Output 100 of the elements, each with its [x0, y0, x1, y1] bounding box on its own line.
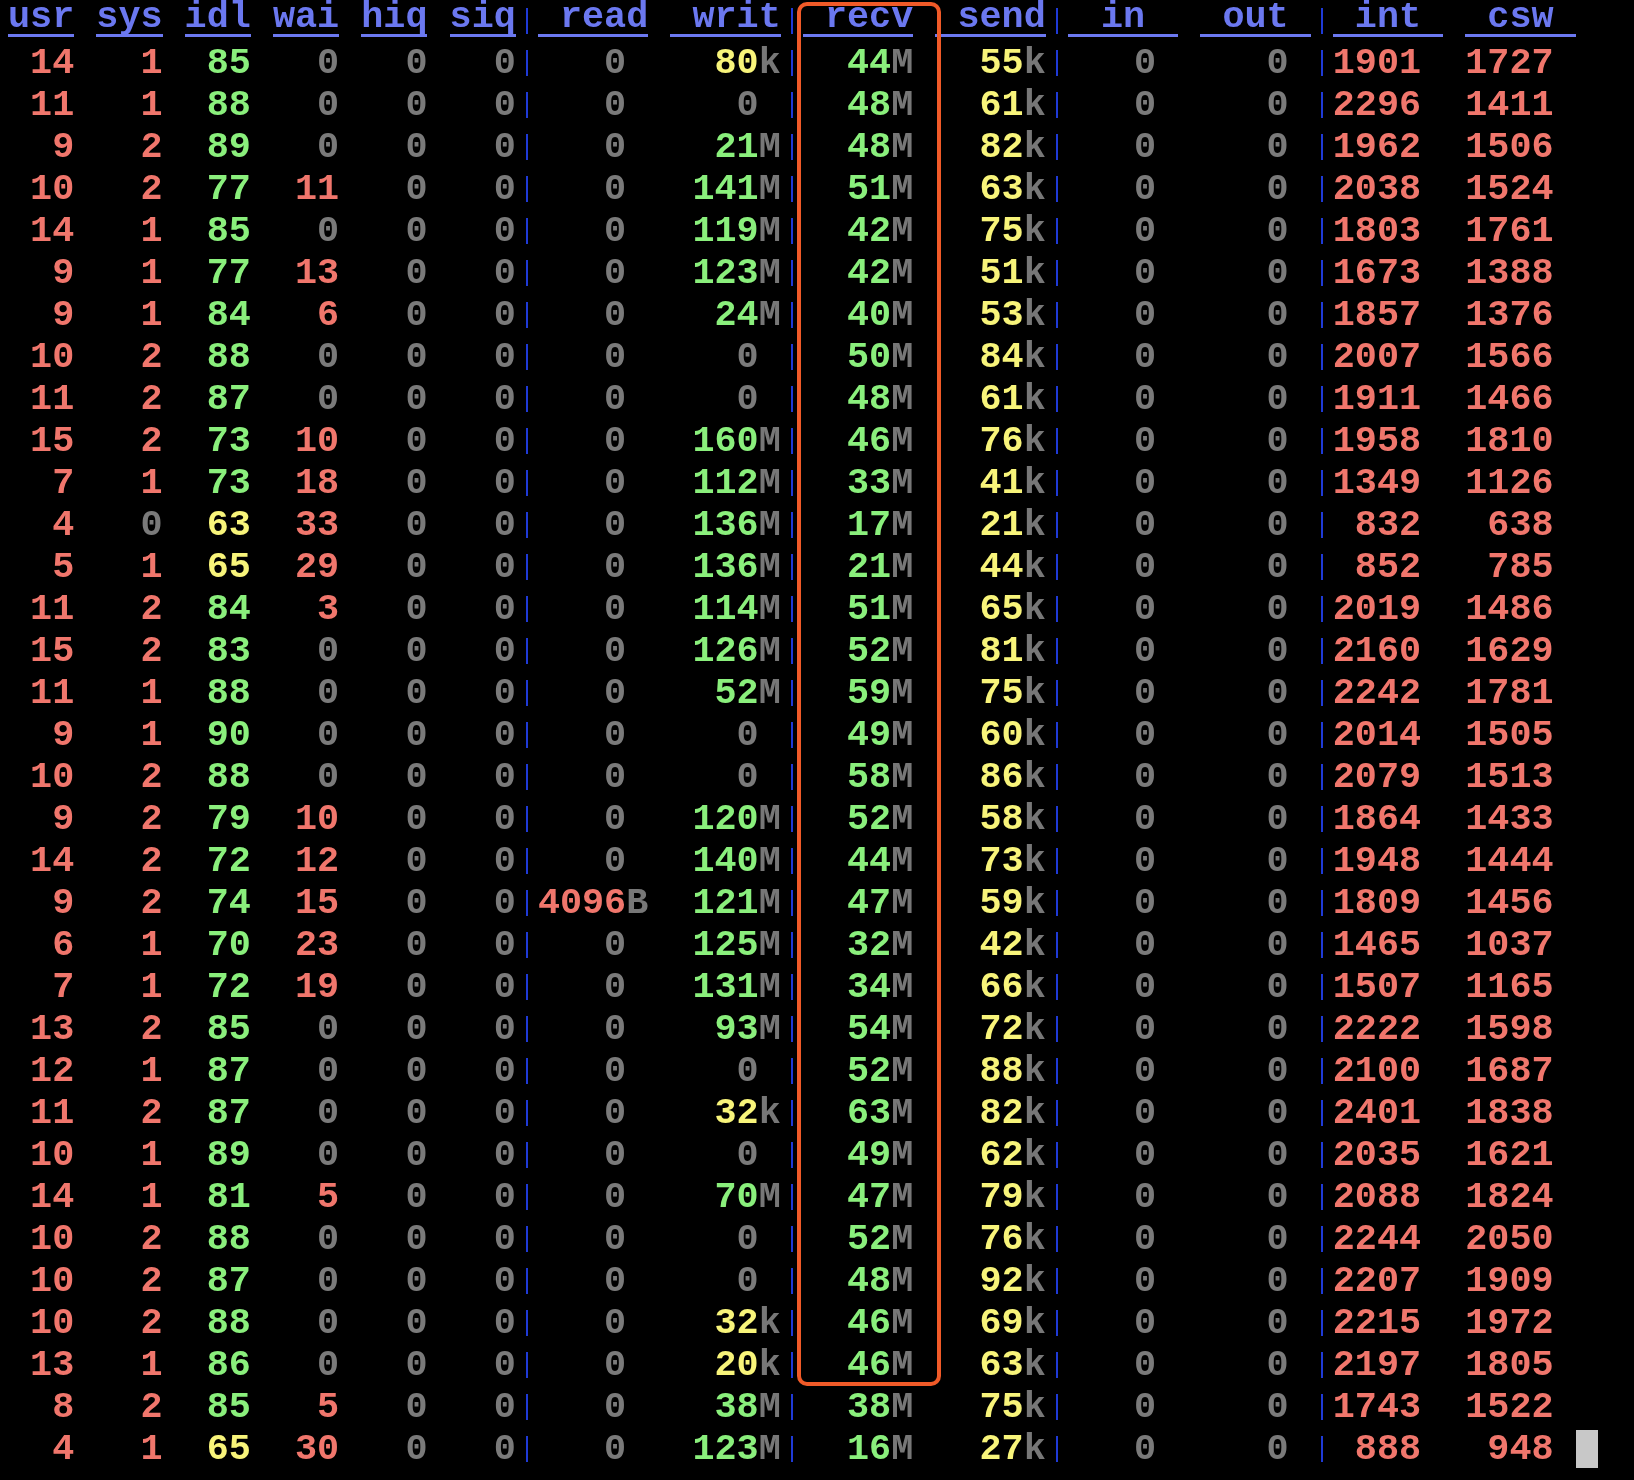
unit-label: k — [1023, 756, 1046, 798]
table-cell: 0 — [604, 1050, 627, 1092]
table-cell: 123 — [692, 252, 759, 294]
column-header: recv — [802, 0, 914, 37]
unit-label: k — [1023, 42, 1046, 84]
table-cell: 0 — [1266, 714, 1289, 756]
table-cell: 23 — [295, 924, 340, 966]
table-cell: 121 — [692, 882, 759, 924]
unit-label: M — [758, 1428, 781, 1470]
table-cell: 33 — [847, 462, 892, 504]
table-cell: 0 — [1134, 714, 1157, 756]
unit-label: k — [1023, 840, 1046, 882]
table-cell: 0 — [1134, 1260, 1157, 1302]
table-cell: 0 — [405, 294, 428, 336]
table-cell: 0 — [1266, 1176, 1289, 1218]
table-cell: 12 — [30, 1050, 75, 1092]
table-cell: 1687 — [1465, 1050, 1554, 1092]
table-cell: 0 — [493, 630, 516, 672]
table-cell: 15 — [30, 420, 75, 462]
table-cell: 87 — [206, 1260, 251, 1302]
table-cell: 1743 — [1332, 1386, 1422, 1428]
unit-label: k — [1023, 1386, 1046, 1428]
unit-label: k — [1023, 1260, 1046, 1302]
column-header: wai — [272, 0, 340, 37]
table-cell: 0 — [493, 840, 516, 882]
table-cell: 84 — [206, 294, 251, 336]
table-cell: 2 — [140, 756, 163, 798]
unit-label: M — [891, 1218, 914, 1260]
table-cell: 0 — [604, 546, 627, 588]
table-cell: 0 — [405, 126, 428, 168]
table-cell: 0 — [604, 294, 627, 336]
table-cell: 0 — [1266, 672, 1289, 714]
table-cell: 0 — [317, 84, 340, 126]
table-cell: 2197 — [1332, 1344, 1422, 1386]
unit-label: M — [891, 420, 914, 462]
table-cell: 63 — [206, 504, 251, 546]
unit-label: M — [891, 1386, 914, 1428]
unit-label: k — [758, 1344, 781, 1386]
unit-label: M — [891, 882, 914, 924]
table-cell: 1901 — [1332, 42, 1422, 84]
table-cell: 0 — [736, 1260, 759, 1302]
table-cell: 1433 — [1465, 798, 1554, 840]
table-cell: 48 — [847, 378, 892, 420]
table-cell: 0 — [736, 84, 759, 126]
unit-label: k — [1023, 1218, 1046, 1260]
unit-label: k — [1023, 798, 1046, 840]
table-cell: 3 — [317, 588, 340, 630]
table-cell: 0 — [493, 1344, 516, 1386]
table-cell: 13 — [30, 1344, 75, 1386]
table-cell: 0 — [604, 1428, 627, 1470]
table-cell: 0 — [493, 1218, 516, 1260]
table-cell: 48 — [847, 84, 892, 126]
table-cell: 0 — [1266, 252, 1289, 294]
table-cell: 0 — [317, 126, 340, 168]
table-cell: 0 — [1266, 588, 1289, 630]
table-cell: 0 — [317, 630, 340, 672]
table-cell: 15 — [295, 882, 340, 924]
table-cell: 0 — [1266, 1428, 1289, 1470]
unit-label: k — [758, 1302, 781, 1344]
table-cell: 38 — [847, 1386, 892, 1428]
table-cell: 0 — [493, 714, 516, 756]
table-cell: 0 — [1134, 84, 1157, 126]
table-cell: 1864 — [1332, 798, 1422, 840]
table-cell: 5 — [317, 1176, 340, 1218]
table-cell: 44 — [979, 546, 1024, 588]
table-cell: 44 — [847, 42, 892, 84]
table-cell: 0 — [1266, 126, 1289, 168]
unit-label: M — [891, 546, 914, 588]
unit-label: k — [1023, 630, 1046, 672]
table-cell: 0 — [493, 1260, 516, 1302]
table-cell: 0 — [1134, 798, 1157, 840]
table-cell: 0 — [493, 84, 516, 126]
unit-label: M — [891, 252, 914, 294]
table-cell: 131 — [692, 966, 759, 1008]
table-cell: 19 — [295, 966, 340, 1008]
table-cell: 1 — [140, 672, 163, 714]
table-cell: 2401 — [1332, 1092, 1422, 1134]
table-cell: 0 — [1134, 504, 1157, 546]
table-cell: 1857 — [1332, 294, 1422, 336]
table-cell: 0 — [493, 252, 516, 294]
table-cell: 0 — [604, 1386, 627, 1428]
table-cell: 20 — [714, 1344, 759, 1386]
table-cell: 48 — [847, 1260, 892, 1302]
table-cell: 0 — [405, 840, 428, 882]
table-cell: 13 — [295, 252, 340, 294]
table-cell: 89 — [206, 1134, 251, 1176]
table-cell: 0 — [604, 966, 627, 1008]
table-cell: 2215 — [1332, 1302, 1422, 1344]
unit-label: k — [1023, 210, 1046, 252]
unit-label: M — [758, 588, 781, 630]
unit-label: M — [758, 462, 781, 504]
table-cell: 2 — [140, 126, 163, 168]
table-cell: 0 — [493, 882, 516, 924]
table-cell: 49 — [847, 1134, 892, 1176]
table-cell: 88 — [979, 1050, 1024, 1092]
table-cell: 0 — [1266, 798, 1289, 840]
table-cell: 0 — [1134, 1302, 1157, 1344]
column-header: siq — [449, 0, 516, 37]
unit-label: k — [1023, 1050, 1046, 1092]
table-cell: 0 — [405, 84, 428, 126]
